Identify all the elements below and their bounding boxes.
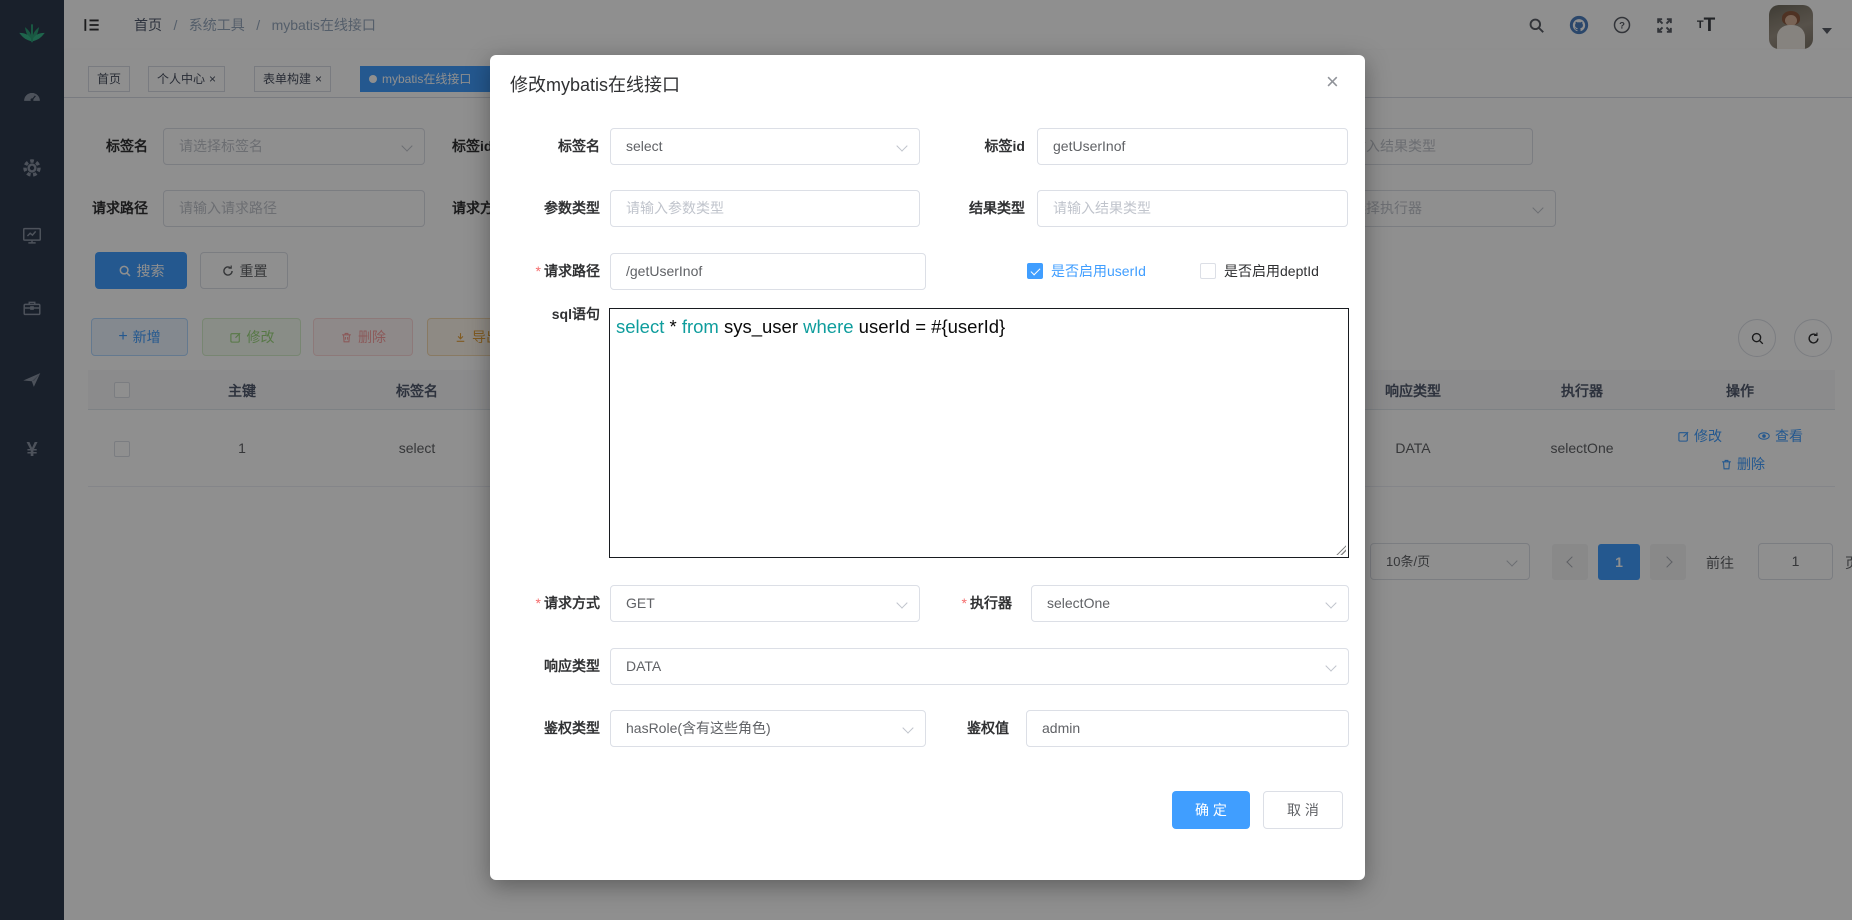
field-method-select[interactable]: GET — [610, 585, 920, 622]
field-tag-select[interactable]: select — [610, 128, 920, 165]
field-exec-label: *执行器 — [890, 585, 1012, 622]
field-path-input[interactable]: /getUserInof — [610, 253, 926, 290]
field-path-value: /getUserInof — [626, 263, 702, 279]
field-sql-label: sql语句 — [490, 299, 600, 329]
field-method-label: *请求方式 — [490, 585, 600, 622]
field-resp-label: 响应类型 — [490, 648, 600, 685]
chevron-down-icon — [896, 140, 907, 151]
required-asterisk: * — [962, 595, 967, 611]
field-auth-value: hasRole(含有这些角色) — [626, 720, 771, 736]
edit-mybatis-dialog: 修改mybatis在线接口 × 标签名 select 标签id getUserI… — [490, 55, 1365, 880]
input-placeholder: 请输入参数类型 — [626, 200, 724, 216]
required-asterisk: * — [536, 263, 541, 279]
field-path-label: *请求路径 — [490, 253, 600, 290]
field-tag-value: select — [626, 138, 663, 154]
cancel-button-label: 取 消 — [1287, 800, 1319, 820]
field-resp-value: DATA — [626, 658, 661, 674]
field-tagid-label: 标签id — [910, 128, 1025, 165]
field-authval-label: 鉴权值 — [910, 710, 1009, 747]
field-exec-select[interactable]: selectOne — [1031, 585, 1349, 622]
field-auth-select[interactable]: hasRole(含有这些角色) — [610, 710, 926, 747]
field-param-label: 参数类型 — [490, 190, 600, 227]
resize-handle[interactable] — [1335, 544, 1346, 555]
confirm-button[interactable]: 确 定 — [1172, 791, 1250, 829]
dialog-close-icon[interactable]: × — [1322, 65, 1343, 99]
field-tagid-value: getUserInof — [1053, 138, 1125, 154]
field-tagid-input[interactable]: getUserInof — [1037, 128, 1348, 165]
chevron-down-icon — [1325, 597, 1336, 608]
required-asterisk: * — [536, 595, 541, 611]
field-param-input[interactable]: 请输入参数类型 — [610, 190, 920, 227]
enable-deptid-checkbox[interactable] — [1200, 263, 1216, 279]
enable-userid-label[interactable]: 是否启用userId — [1051, 253, 1146, 290]
sql-code-line: select * from sys_user where userId = #{… — [616, 314, 1005, 340]
field-tag-label: 标签名 — [490, 128, 600, 165]
confirm-button-label: 确 定 — [1195, 800, 1227, 820]
field-resp-select[interactable]: DATA — [610, 648, 1349, 685]
field-authval-input[interactable]: admin — [1026, 710, 1349, 747]
chevron-down-icon — [1325, 660, 1336, 671]
field-authval-value: admin — [1042, 720, 1080, 736]
field-method-value: GET — [626, 595, 655, 611]
sql-editor[interactable]: select * from sys_user where userId = #{… — [609, 308, 1349, 558]
field-result-label: 结果类型 — [910, 190, 1025, 227]
field-exec-value: selectOne — [1047, 595, 1110, 611]
input-placeholder: 请输入结果类型 — [1053, 200, 1151, 216]
enable-userid-checkbox[interactable] — [1027, 263, 1043, 279]
enable-deptid-label[interactable]: 是否启用deptId — [1224, 253, 1319, 290]
app-window: ¥ 首页 / 系统工具 / mybatis在线接口 — [0, 0, 1852, 920]
dialog-title: 修改mybatis在线接口 — [510, 71, 680, 97]
cancel-button[interactable]: 取 消 — [1263, 791, 1343, 829]
field-result-input[interactable]: 请输入结果类型 — [1037, 190, 1348, 227]
field-auth-label: 鉴权类型 — [490, 710, 600, 747]
